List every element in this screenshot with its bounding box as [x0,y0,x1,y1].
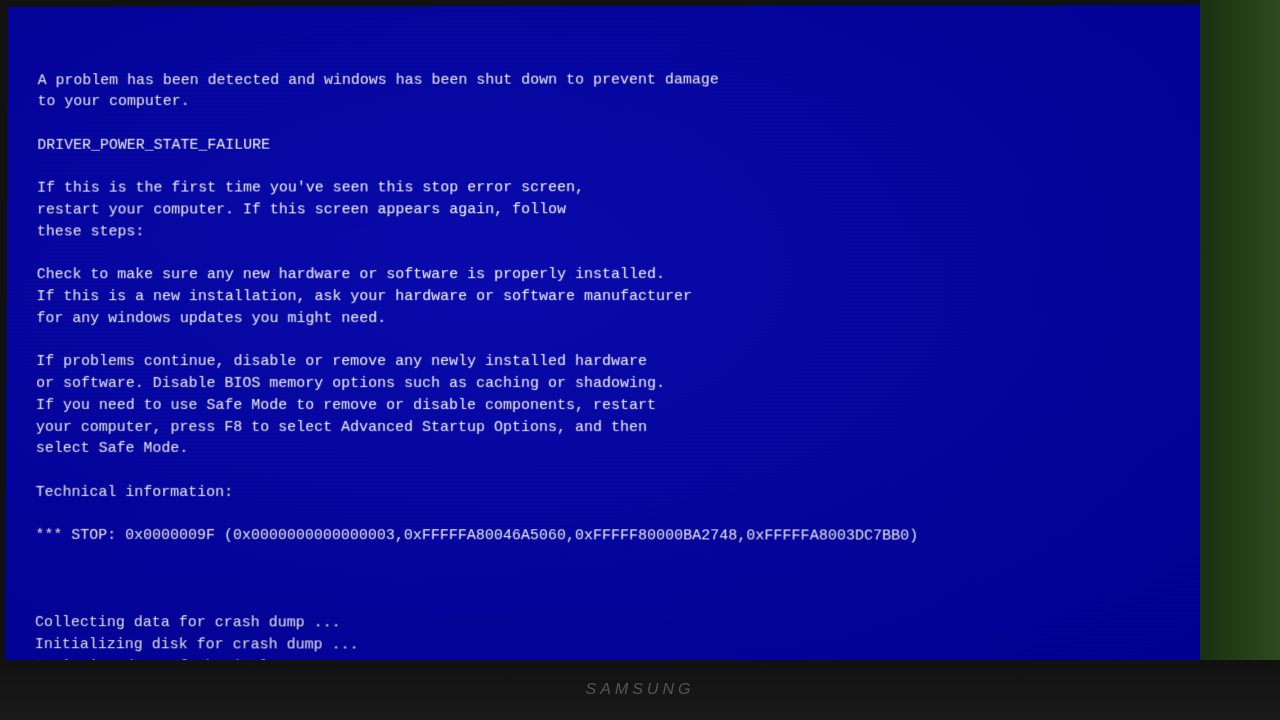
bsod-line-12 [36,329,1176,351]
bsod-line-21: *** STOP: 0x0000009F (0x0000000000000003… [35,525,1177,548]
samsung-logo: SAMSUNG [586,681,695,699]
bsod-line-13: If problems continue, disable or remove … [36,351,1176,373]
bezel-bottom: SAMSUNG [0,660,1280,720]
bsod-line-25: Collecting data for crash dump ... [35,612,1178,635]
bsod-screen: A problem has been detected and windows … [5,5,1208,667]
bsod-line-24 [35,590,1178,613]
bsod-line-16: your computer, press F8 to select Advanc… [36,416,1177,438]
bsod-line-5: If this is the first time you've seen th… [37,177,1176,200]
bsod-line-3: DRIVER_POWER_STATE_FAILURE [37,134,1175,157]
bsod-line-23 [35,569,1178,592]
bsod-line-14: or software. Disable BIOS memory options… [36,373,1177,395]
bsod-line-15: If you need to use Safe Mode to remove o… [36,395,1177,417]
bsod-line-19: Technical information: [36,482,1178,504]
bsod-content: A problem has been detected and windows … [34,25,1178,667]
bsod-line-2 [37,112,1175,135]
bsod-line-8 [37,242,1176,264]
bsod-line-0: A problem has been detected and windows … [38,68,1176,91]
bsod-line-10: If this is a new installation, ask your … [37,286,1177,308]
bsod-line-7: these steps: [37,221,1176,243]
bsod-line-9: Check to make sure any new hardware or s… [37,264,1177,286]
bsod-line-22 [35,547,1177,570]
bsod-line-4 [37,155,1175,178]
bsod-line-26: Initializing disk for crash dump ... [35,634,1178,657]
bsod-line-1: to your computer. [38,90,1176,113]
bsod-line-17: select Safe Mode. [36,438,1177,460]
bsod-line-11: for any windows updates you might need. [36,308,1176,330]
bsod-line-20 [35,503,1177,526]
outer-frame: A problem has been detected and windows … [0,0,1280,720]
bezel-right [1200,0,1280,720]
screen-wrapper: A problem has been detected and windows … [5,5,1203,662]
bsod-line-6: restart your computer. If this screen ap… [37,199,1176,221]
bsod-line-18 [36,460,1177,482]
